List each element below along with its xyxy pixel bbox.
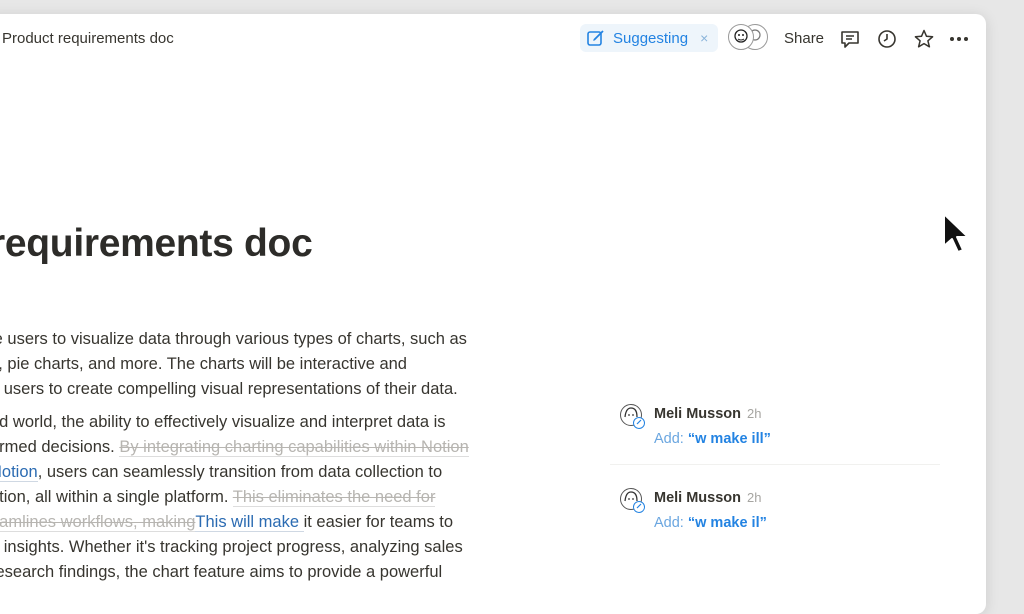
share-button[interactable]: Share: [784, 30, 824, 47]
text-run: ation, all within a single platform.: [0, 488, 233, 506]
top-bar: Product requirements doc Suggesting × Sh…: [0, 14, 986, 62]
change-value: “w make il”: [687, 515, 767, 531]
page-title[interactable]: requirements doc: [0, 222, 313, 266]
change-action: Add:: [654, 515, 684, 531]
text-run: it easier for teams to: [303, 513, 454, 531]
comment-time: 2h: [747, 406, 762, 421]
paragraph-line[interactable]: e insights. Whether it's tracking projec…: [0, 538, 463, 557]
comment-header: Meli Musson 2h: [654, 406, 761, 422]
comment-change: Add: “w make il”: [654, 515, 767, 531]
comments-icon[interactable]: [839, 28, 861, 50]
history-icon[interactable]: [876, 28, 898, 50]
text-run: , users can seamlessly transition from d…: [37, 463, 443, 481]
paragraph-line[interactable]: ormed decisions. By integrating charting…: [0, 438, 469, 457]
collaborator-avatars[interactable]: [728, 24, 768, 52]
suggested-deletion[interactable]: By integrating charting capabilities wit…: [119, 438, 469, 457]
paragraph-line[interactable]: research findings, the chart feature aim…: [0, 563, 442, 582]
suggesting-label: Suggesting: [613, 29, 689, 47]
suggested-deletion[interactable]: eamlines workflows, making: [0, 513, 196, 532]
paragraph-line[interactable]: ed world, the ability to effectively vis…: [0, 413, 446, 432]
suggesting-mode-chip[interactable]: Suggesting ×: [580, 24, 718, 52]
comment-time: 2h: [747, 490, 762, 505]
comment-author: Meli Musson: [654, 406, 742, 422]
comment-header: Meli Musson 2h: [654, 490, 761, 506]
text-run: ormed decisions.: [0, 438, 120, 456]
app-window: Product requirements doc Suggesting × Sh…: [0, 14, 986, 614]
change-action: Add:: [654, 431, 684, 447]
suggested-insertion[interactable]: Notion: [0, 463, 38, 482]
paragraph-line[interactable]: g users to create compelling visual repr…: [0, 380, 458, 399]
breadcrumb-page-title[interactable]: Product requirements doc: [2, 30, 174, 47]
suggest-pencil-icon: [587, 30, 604, 46]
divider: [610, 464, 940, 465]
close-suggesting-icon[interactable]: ×: [700, 30, 708, 46]
suggestion-badge-icon: [633, 501, 645, 513]
suggestion-badge-icon: [633, 417, 645, 429]
paragraph-line[interactable]: ation, all within a single platform. Thi…: [0, 488, 436, 507]
paragraph-line[interactable]: Notion, users can seamlessly transition …: [0, 463, 442, 482]
paragraph-line[interactable]: s, pie charts, and more. The charts will…: [0, 355, 407, 374]
mouse-pointer-icon: [943, 213, 969, 253]
comment-change: Add: “w make ill”: [654, 431, 771, 447]
favorite-star-icon[interactable]: [913, 28, 935, 50]
change-value: “w make ill”: [687, 431, 771, 447]
more-icon[interactable]: [948, 28, 970, 50]
suggested-insertion[interactable]: This will make: [195, 513, 304, 532]
avatar-1: [728, 24, 754, 50]
comment-author: Meli Musson: [654, 490, 742, 506]
suggested-deletion[interactable]: This eliminates the need for: [232, 488, 436, 507]
paragraph-line[interactable]: eamlines workflows, makingThis will make…: [0, 513, 453, 532]
paragraph-line[interactable]: le users to visualize data through vario…: [0, 330, 467, 349]
